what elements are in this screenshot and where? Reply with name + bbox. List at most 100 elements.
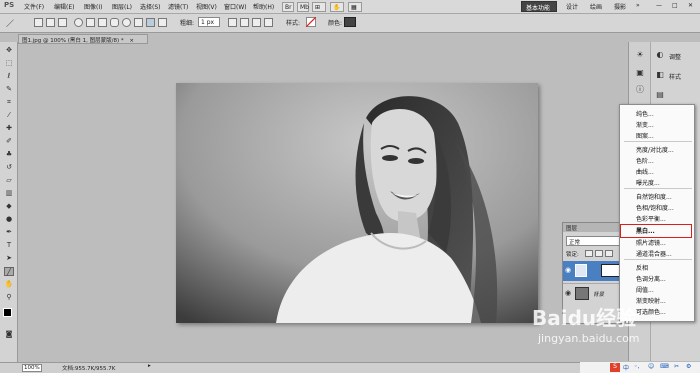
fill-pixels-icon[interactable]	[58, 18, 67, 27]
menu-item-channel-mixer[interactable]: 通道混合器...	[636, 249, 672, 258]
emoji-icon[interactable]: ☺	[648, 363, 654, 370]
menu-item-solid-color[interactable]: 纯色...	[636, 109, 654, 118]
menu-image[interactable]: 图像(I)	[84, 2, 102, 11]
shape-layers-icon[interactable]	[34, 18, 43, 27]
layer-row-black-white[interactable]: ◉	[563, 261, 623, 281]
pen-tool-icon[interactable]: ✒	[4, 228, 14, 237]
hand-icon[interactable]: ✋	[4, 280, 14, 289]
status-arrow-icon[interactable]: ▸	[148, 363, 151, 369]
menu-item-threshold[interactable]: 阈值...	[636, 285, 654, 294]
workspace-photography[interactable]: 摄影	[614, 2, 626, 11]
eye-icon[interactable]: ◉	[565, 266, 571, 274]
tools-icon[interactable]: ✂	[674, 363, 679, 370]
document-tab[interactable]: 图1.jpg @ 100% (黑白 1, 图层蒙版/8) * ×	[18, 34, 148, 44]
workspace-more-icon[interactable]: »	[636, 2, 640, 9]
ime-mode[interactable]: 中	[623, 363, 629, 372]
lock-transparency-icon[interactable]	[585, 250, 593, 257]
lock-image-icon[interactable]	[595, 250, 603, 257]
color-swatch[interactable]	[344, 17, 356, 27]
subtract-mode-icon[interactable]	[252, 18, 261, 27]
keyboard-icon[interactable]: ⌨	[660, 363, 669, 370]
navigator-icon[interactable]: ▣	[633, 68, 647, 80]
custom-shape-icon[interactable]	[158, 18, 167, 27]
menu-help[interactable]: 帮助(H)	[253, 2, 274, 11]
arrange-documents-icon[interactable]: ▦	[348, 2, 362, 12]
workspace-painting[interactable]: 绘画	[590, 2, 602, 11]
menu-window[interactable]: 窗口(W)	[224, 2, 247, 11]
add-mode-icon[interactable]	[240, 18, 249, 27]
hand-tool-icon[interactable]: ✋	[330, 2, 344, 12]
lock-position-icon[interactable]	[605, 250, 613, 257]
marquee-tool-icon[interactable]: ⬚	[4, 59, 14, 68]
rectangle-icon[interactable]	[98, 18, 107, 27]
menu-layer[interactable]: 图层(L)	[112, 2, 132, 11]
document-image[interactable]	[176, 83, 538, 323]
quick-mask-icon[interactable]: ◙	[4, 330, 14, 339]
brush-tool-icon[interactable]: ✐	[4, 137, 14, 146]
histogram-icon[interactable]: ☀	[633, 50, 647, 62]
menu-item-hue-saturation[interactable]: 色相/饱和度...	[636, 203, 674, 212]
menu-item-exposure[interactable]: 曝光度...	[636, 178, 660, 187]
info-icon[interactable]: ⓘ	[633, 84, 647, 96]
crop-tool-icon[interactable]: ⌗	[4, 98, 14, 107]
layer-row-background[interactable]: ◉ 背景	[563, 283, 623, 303]
lasso-tool-icon[interactable]: ℓ	[4, 72, 14, 81]
menu-select[interactable]: 选择(S)	[140, 2, 161, 11]
menu-item-vibrance[interactable]: 自然饱和度...	[636, 192, 672, 201]
menu-file[interactable]: 文件(F)	[24, 2, 44, 11]
bridge-icon[interactable]: Br	[282, 2, 294, 12]
foreground-color-swatch[interactable]	[3, 308, 12, 317]
styles-label[interactable]: 样式	[669, 72, 681, 81]
menu-item-curves[interactable]: 曲线...	[636, 167, 654, 176]
layers-title[interactable]: 图层	[563, 223, 623, 232]
line-shape-tool-icon[interactable]: ╱	[4, 267, 14, 276]
menu-item-brightness-contrast[interactable]: 亮度/对比度...	[636, 145, 674, 154]
polygon-icon[interactable]	[134, 18, 143, 27]
menu-item-photo-filter[interactable]: 照片滤镜...	[636, 238, 666, 247]
close-window-icon[interactable]: ✕	[688, 2, 693, 9]
move-tool-icon[interactable]: ✥	[4, 46, 14, 55]
menu-item-pattern[interactable]: 图案...	[636, 131, 654, 140]
new-layer-mode-icon[interactable]	[228, 18, 237, 27]
zoom-tool-icon[interactable]: ⚲	[4, 293, 14, 302]
zoom-field[interactable]: 100%	[22, 364, 42, 372]
settings-icon[interactable]: ⚙	[686, 363, 691, 370]
blend-mode-select[interactable]: 正常	[566, 236, 620, 246]
maximize-icon[interactable]: □	[672, 2, 678, 9]
line-tool-icon[interactable]: ／	[6, 18, 15, 28]
eraser-tool-icon[interactable]: ▱	[4, 176, 14, 185]
adjustments-label[interactable]: 调整	[669, 52, 681, 61]
path-select-tool-icon[interactable]: ➤	[4, 254, 14, 263]
ellipse-icon[interactable]	[122, 18, 131, 27]
rounded-rectangle-icon[interactable]	[110, 18, 119, 27]
menu-item-gradient[interactable]: 渐变...	[636, 120, 654, 129]
layer-mask-thumbnail[interactable]	[601, 264, 621, 277]
workspace-essentials-button[interactable]: 基本功能	[521, 1, 557, 12]
line-icon[interactable]	[146, 18, 155, 27]
quick-select-tool-icon[interactable]: ✎	[4, 85, 14, 94]
layers-panel-icon[interactable]: ▤	[653, 90, 667, 102]
clone-stamp-tool-icon[interactable]: ♣	[4, 150, 14, 159]
dodge-tool-icon[interactable]: ●	[4, 215, 14, 224]
adjustments-icon[interactable]: ◐	[653, 50, 667, 62]
menu-item-invert[interactable]: 反相	[636, 263, 648, 272]
workspace-design[interactable]: 设计	[566, 2, 578, 11]
minimize-icon[interactable]: —	[656, 2, 662, 9]
style-swatch[interactable]	[306, 17, 316, 27]
sogou-ime-icon[interactable]: S	[610, 363, 620, 372]
styles-icon[interactable]: ◧	[653, 70, 667, 82]
punctuation-icon[interactable]: ◦,	[634, 363, 639, 370]
history-brush-tool-icon[interactable]: ↺	[4, 163, 14, 172]
intersect-mode-icon[interactable]	[264, 18, 273, 27]
type-tool-icon[interactable]: T	[4, 241, 14, 250]
menu-view[interactable]: 视图(V)	[196, 2, 217, 11]
healing-brush-tool-icon[interactable]: ✚	[4, 124, 14, 133]
minibridge-icon[interactable]: Mb	[297, 2, 309, 12]
eyedropper-tool-icon[interactable]: ⁄	[4, 111, 14, 120]
pen-icon[interactable]	[74, 18, 83, 27]
blur-tool-icon[interactable]: ◆	[4, 202, 14, 211]
gradient-tool-icon[interactable]: ▥	[4, 189, 14, 198]
menu-edit[interactable]: 编辑(E)	[54, 2, 74, 11]
menu-item-posterize[interactable]: 色调分离...	[636, 274, 666, 283]
paths-icon[interactable]	[46, 18, 55, 27]
